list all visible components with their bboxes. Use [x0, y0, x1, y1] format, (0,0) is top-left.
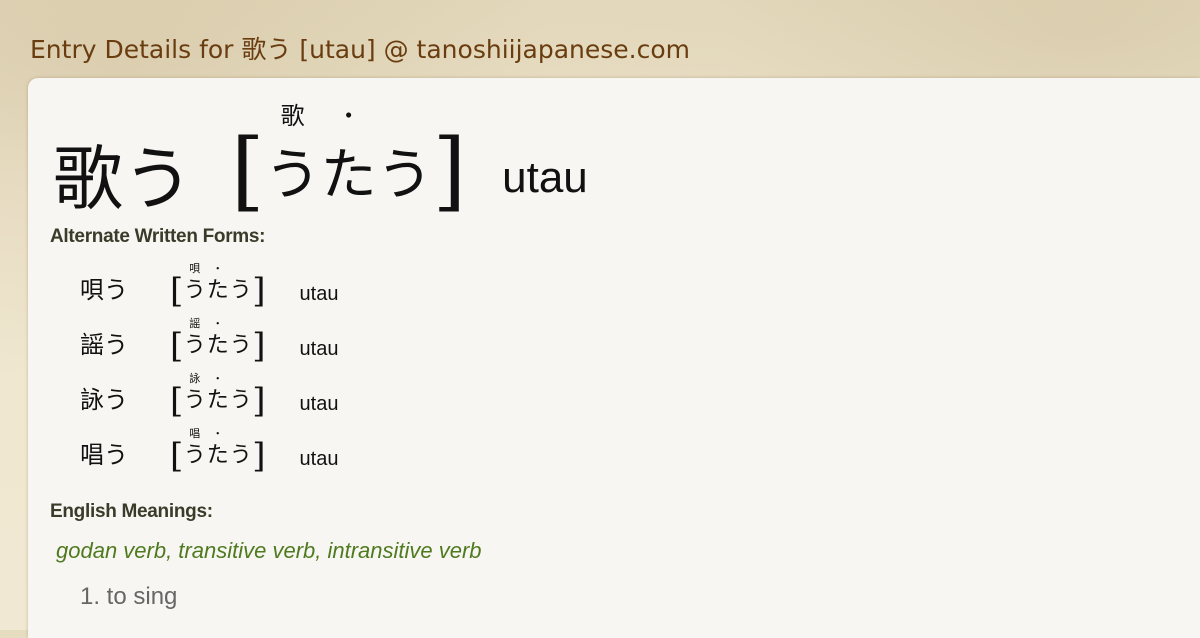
list-item: 謡う [ 謡う ・た う ] utau	[80, 316, 680, 371]
alt-kanji: 謡う	[80, 331, 128, 359]
alt-reading: 唱う ・た う	[183, 428, 252, 481]
kana-char: た	[206, 278, 229, 303]
alternate-forms-label: Alternate Written Forms:	[50, 226, 266, 247]
alt-romaji: utau	[299, 393, 339, 415]
kana-char: う	[229, 443, 252, 468]
english-meanings-label: English Meanings:	[50, 501, 213, 522]
headword-kanji: 歌う	[53, 138, 193, 220]
kana-char: た	[206, 443, 229, 468]
furigana: ・	[212, 372, 224, 385]
alt-kanji: 唱う	[80, 441, 128, 469]
kana-char: う	[183, 278, 206, 303]
bracket-open: [	[170, 326, 184, 366]
list-item: 唱う [ 唱う ・た う ] utau	[80, 426, 680, 481]
alt-romaji: utau	[299, 283, 339, 305]
reading-kana: う	[377, 148, 433, 204]
bracket-close: ]	[252, 326, 266, 366]
bracket-close: ]	[252, 436, 266, 476]
reading-kana: ・ た	[321, 104, 377, 204]
alt-reading: 唄う ・た う	[183, 263, 252, 316]
list-item: 詠う [ 詠う ・た う ] utau	[80, 371, 680, 426]
reading-kana: 歌 う	[265, 104, 321, 204]
bracket-close: ]	[252, 381, 266, 421]
alt-romaji: utau	[299, 338, 339, 360]
bracket-open: [	[170, 436, 184, 476]
kana-char: う	[229, 333, 252, 358]
furigana: ・	[212, 262, 224, 275]
list-item: 唄う [ 唄う ・た う ] utau	[80, 261, 680, 316]
kana-char: う	[376, 143, 433, 208]
kana-char: う	[229, 278, 252, 303]
bracket-close: ]	[252, 271, 266, 311]
bracket-open: [	[170, 381, 184, 421]
kana-char: た	[320, 143, 377, 208]
alt-kanji: 詠う	[80, 386, 128, 414]
reading-bracket-close: ]	[432, 121, 467, 221]
kana-char: う	[183, 388, 206, 413]
alt-reading: 詠う ・た う	[183, 373, 252, 426]
kana-char: た	[206, 388, 229, 413]
meaning-item: 1. to sing	[80, 583, 178, 610]
alt-kanji: 唄う	[80, 276, 128, 304]
page-title: Entry Details for 歌う [utau] @ tanoshiija…	[30, 35, 691, 64]
alt-romaji: utau	[299, 448, 339, 470]
furigana: 詠	[189, 372, 201, 385]
furigana: ・	[212, 317, 224, 330]
alt-reading: 謡う ・た う	[183, 318, 252, 371]
headword-romaji: utau	[502, 153, 588, 202]
kana-char: う	[183, 443, 206, 468]
furigana: 唄	[189, 262, 201, 275]
furigana: 唱	[189, 427, 201, 440]
furigana: 謡	[189, 317, 201, 330]
kana-char: た	[206, 333, 229, 358]
furigana: ・	[336, 102, 361, 130]
bracket-open: [	[170, 271, 184, 311]
kana-char: う	[183, 333, 206, 358]
entry-panel: 歌う [ 歌 う ・ た う ] utau Alternate Written …	[28, 78, 1200, 638]
furigana: 歌	[280, 102, 305, 130]
part-of-speech: godan verb, transitive verb, intransitiv…	[56, 538, 482, 563]
furigana: ・	[212, 427, 224, 440]
kana-char: う	[264, 143, 321, 208]
kana-char: う	[229, 388, 252, 413]
headword-reading: 歌 う ・ た う	[265, 104, 433, 214]
alternate-forms-list: 唄う [ 唄う ・た う ] utau 謡う [ 謡う ・た う ] utau …	[80, 261, 680, 481]
headword-row: 歌う [ 歌 う ・ た う ] utau	[53, 104, 588, 221]
reading-bracket-open: [	[231, 121, 265, 221]
